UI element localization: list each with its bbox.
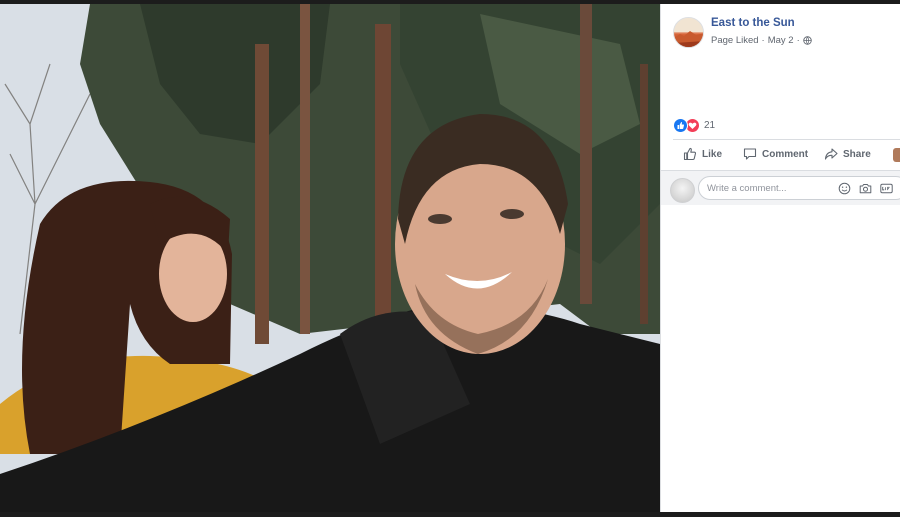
meta-separator: · [761, 35, 765, 46]
comment-button[interactable]: Comment [743, 147, 808, 161]
date-separator: · [796, 35, 800, 46]
page-avatar[interactable] [673, 17, 704, 48]
reactor-avatar[interactable] [893, 148, 900, 162]
thumbs-up-icon [683, 147, 697, 161]
comment-label: Comment [762, 148, 809, 160]
post-sidebar: East to the Sun Page Liked · May 2 · 21 … [660, 4, 900, 512]
user-avatar[interactable] [670, 178, 695, 203]
comment-input[interactable] [707, 180, 827, 196]
post-photo[interactable] [0, 4, 660, 512]
comment-composer [661, 171, 900, 205]
page-status: Page Liked [711, 35, 759, 46]
action-bar: Like Comment Share [661, 145, 900, 167]
post-meta: Page Liked · May 2 · [711, 35, 812, 46]
post-date[interactable]: May 2 [768, 35, 794, 46]
page-name-link[interactable]: East to the Sun [711, 17, 795, 29]
photo-illustration [0, 4, 660, 512]
divider [673, 139, 900, 140]
like-label: Like [702, 148, 723, 160]
share-label: Share [843, 148, 871, 160]
reaction-count: 21 [704, 120, 716, 131]
camera-icon[interactable] [859, 182, 872, 195]
like-button[interactable]: Like [683, 147, 722, 161]
share-icon [824, 148, 838, 160]
share-button[interactable]: Share [824, 147, 871, 161]
avatar-image [674, 18, 703, 47]
like-reaction-icon [673, 118, 688, 133]
bottom-edge [0, 512, 900, 517]
gif-icon[interactable] [880, 182, 893, 195]
reaction-summary[interactable]: 21 [673, 118, 715, 133]
comment-box[interactable] [698, 176, 900, 200]
emoji-icon[interactable] [838, 182, 851, 195]
comment-icon [743, 148, 757, 160]
globe-icon[interactable] [803, 36, 812, 45]
